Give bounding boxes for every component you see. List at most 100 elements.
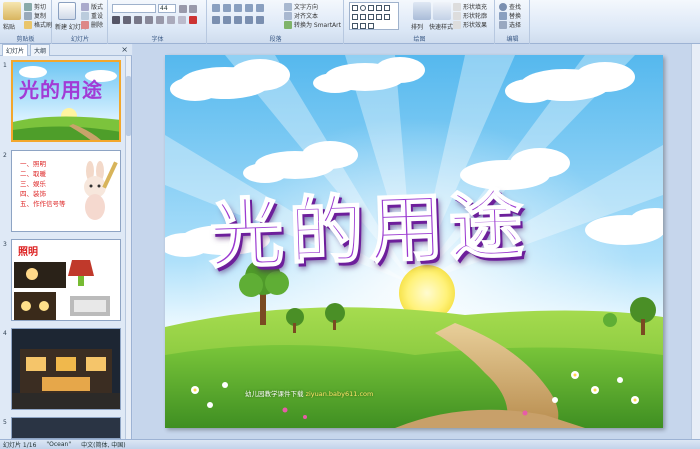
rounded-rect-shape-icon[interactable] [352,14,358,20]
line-shape-icon[interactable] [368,5,374,11]
arrow-shape-icon[interactable] [376,5,382,11]
quick-styles-button[interactable]: 快速样式 [429,22,453,31]
arrange-icon[interactable] [413,2,431,20]
paragraph-group: 文字方向 对齐文本 转换为 SmartArt 段落 [208,0,344,44]
replace-button[interactable]: 替换 [499,11,521,20]
slide-number: 5 [3,419,7,426]
spacing-icon[interactable] [167,16,175,24]
bullets-icon[interactable] [212,4,220,12]
pen-outline-icon [453,11,461,20]
shape-fill-button[interactable]: 形状填充 [453,2,487,11]
oval-shape-icon[interactable] [360,5,366,11]
decrease-indent-icon[interactable] [234,4,242,12]
workspace-scrollbar[interactable] [691,44,700,439]
text-direction-button[interactable]: 文字方向 [284,2,318,11]
bunny-illustration [84,161,118,220]
grow-font-icon[interactable] [179,5,187,13]
shape-effects-button[interactable]: 形状效果 [453,20,487,29]
slide-thumbnail-4[interactable] [11,328,121,410]
replace-icon [499,11,507,20]
font-group: 44 字体 [109,0,207,44]
list-item: 三、娱乐 [20,180,46,188]
slide-number: 4 [3,330,7,337]
slide-number: 2 [3,152,7,159]
cursor-icon [499,20,507,29]
heart-shape-icon[interactable] [368,23,374,29]
shapes-gallery[interactable] [349,2,399,30]
slide-thumbnail-3[interactable]: 照明 [11,239,121,321]
star-shape-icon[interactable] [368,14,374,20]
shape-outline-button[interactable]: 形状轮廓 [453,11,487,20]
cut-button[interactable]: 剪切 [24,2,46,11]
reset-icon [81,11,89,20]
tab-slides[interactable]: 幻灯片 [2,43,29,56]
main-slide[interactable]: 光的用途 幼儿园教学课件下载 ziyuan.baby611.com [165,55,663,428]
layout-button[interactable]: 版式 [81,2,103,11]
align-left-icon[interactable] [212,16,220,24]
align-right-icon[interactable] [234,16,242,24]
shadow-icon[interactable] [156,16,164,24]
paste-icon[interactable] [3,2,21,20]
font-color-icon[interactable] [189,16,197,24]
slide-thumbnail-2[interactable]: 一、照明 二、取暖 三、娱乐 四、装饰 五、作作信号等 [11,150,121,232]
slide-workspace: 光的用途 幼儿园教学课件下载 ziyuan.baby611.com [133,44,700,439]
clipboard-group: 粘贴 剪切 复制 格式刷 剪贴板 [0,0,52,44]
callout-shape-icon[interactable] [376,14,382,20]
slides-panel: 幻灯片 大纲 × 1 光的用途 2 一、照明 二、取暖 三、娱乐 四、装饰 五、… [0,43,132,439]
new-slide-icon[interactable] [58,2,76,20]
paint-bucket-icon [453,2,461,11]
slide-number: 1 [3,62,7,69]
columns-icon[interactable] [256,16,264,24]
panel-scrollbar[interactable] [125,56,131,439]
format-painter-button[interactable]: 格式刷 [24,20,52,29]
font-size-field[interactable]: 44 [158,4,176,13]
freeform-shape-icon[interactable] [360,23,366,29]
numbering-icon[interactable] [223,4,231,12]
underline-icon[interactable] [134,16,142,24]
change-case-icon[interactable] [178,16,186,24]
align-text-icon [284,11,292,20]
footer-url: ziyuan.baby611.com [305,390,374,398]
arrange-button[interactable]: 排列 [411,22,423,31]
editing-label: 编辑 [506,36,519,43]
delete-button[interactable]: 删除 [81,20,103,29]
quick-styles-icon[interactable] [433,2,451,20]
increase-indent-icon[interactable] [245,4,253,12]
shrink-font-icon[interactable] [189,5,197,13]
slide-4-house-photo [12,329,120,409]
copy-icon [24,11,32,20]
close-icon[interactable]: × [121,45,128,54]
paste-button[interactable]: 粘贴 [3,22,15,31]
clipboard-label: 剪贴板 [16,36,35,43]
slide-3-images [14,260,110,320]
language-indicator[interactable]: 中文(简体, 中国) [81,440,126,449]
rectangle-shape-icon[interactable] [352,5,358,11]
list-item: 二、取暖 [20,170,46,178]
slide-thumbnail-5[interactable] [11,417,121,439]
scissors-icon [24,2,32,11]
bold-icon[interactable] [112,16,120,24]
delete-icon [81,20,89,29]
brace-shape-icon[interactable] [384,14,390,20]
curve-shape-icon[interactable] [352,23,358,29]
scrollbar-thumb[interactable] [126,76,131,136]
italic-icon[interactable] [123,16,131,24]
find-button[interactable]: 查找 [499,2,521,11]
strikethrough-icon[interactable] [145,16,153,24]
slide-title[interactable]: 光的用途 [207,164,532,282]
triangle-shape-icon[interactable] [384,5,390,11]
slide-thumbnail-1[interactable]: 光的用途 [11,60,121,142]
align-text-button[interactable]: 对齐文本 [284,11,318,20]
font-name-field[interactable] [112,4,156,13]
justify-icon[interactable] [245,16,253,24]
select-button[interactable]: 选择 [499,20,521,29]
effects-icon [453,20,461,29]
list-item: 四、装饰 [20,190,46,198]
smartart-button[interactable]: 转换为 SmartArt [284,20,341,29]
align-center-icon[interactable] [223,16,231,24]
copy-button[interactable]: 复制 [24,11,46,20]
reset-button[interactable]: 重设 [81,11,103,20]
tab-outline[interactable]: 大纲 [30,43,51,56]
pentagon-shape-icon[interactable] [360,14,366,20]
line-spacing-icon[interactable] [256,4,264,12]
